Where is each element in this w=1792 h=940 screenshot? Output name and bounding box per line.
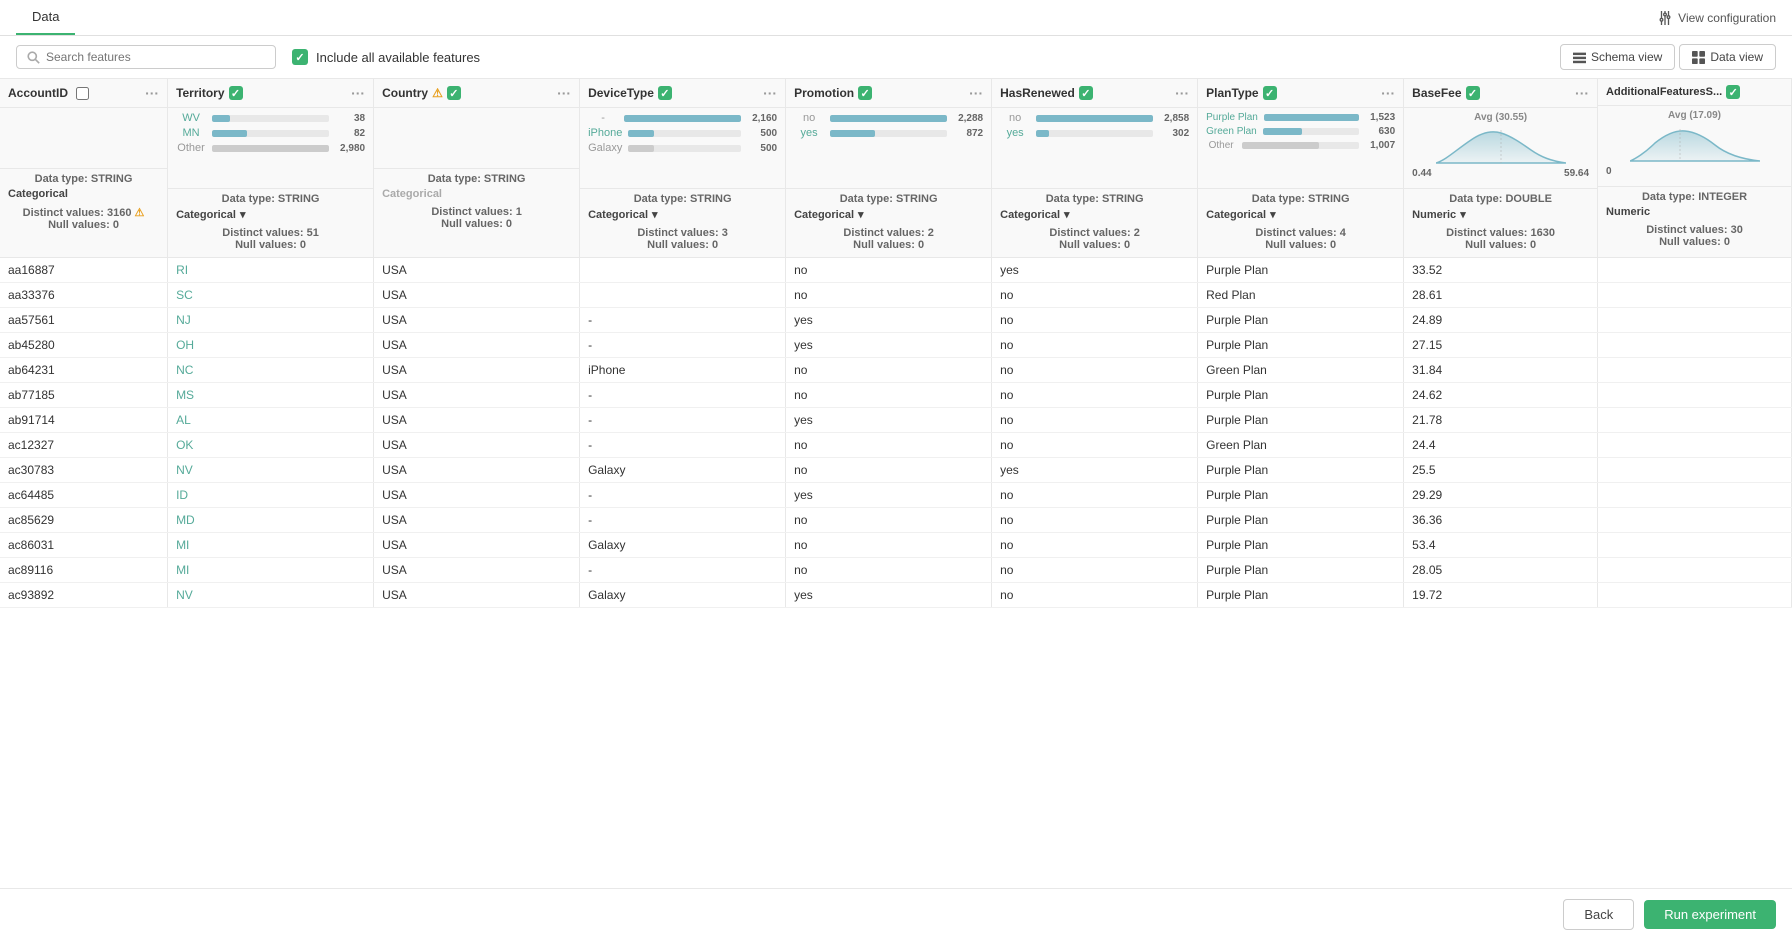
table-row: ac85629MDUSA-nonoPurple Plan36.36 xyxy=(0,508,1792,533)
table-row: ac64485IDUSA-yesnoPurple Plan29.29 xyxy=(0,483,1792,508)
col-accountid-menu[interactable]: ··· xyxy=(145,85,159,101)
data-view-button[interactable]: Data view xyxy=(1679,44,1776,70)
table-row: ac86031MIUSAGalaxynonoPurple Plan53.4 xyxy=(0,533,1792,558)
col-Country: Country ⚠ ··· Data type: STRING Categori… xyxy=(374,79,580,258)
col-territory-checkbox[interactable] xyxy=(229,86,243,100)
addl-sparkline xyxy=(1630,123,1760,163)
table-body: aa16887RIUSAnoyesPurple Plan33.52aa33376… xyxy=(0,258,1792,608)
col-basefee-menu[interactable]: ··· xyxy=(1575,85,1589,101)
col-country-warning: ⚠ xyxy=(432,86,443,100)
col-promotion-checkbox[interactable] xyxy=(858,86,872,100)
col-hasrenewed-menu[interactable]: ··· xyxy=(1175,85,1189,101)
table-row: ac89116MIUSA-nonoPurple Plan28.05 xyxy=(0,558,1792,583)
basefee-sparkline xyxy=(1436,125,1566,165)
table-row: ab45280OHUSA-yesnoPurple Plan27.15 xyxy=(0,333,1792,358)
schema-view-button[interactable]: Schema view xyxy=(1560,44,1675,70)
table-row: aa57561NJUSA-yesnoPurple Plan24.89 xyxy=(0,308,1792,333)
col-accountid-checkbox[interactable] xyxy=(76,87,89,100)
back-button[interactable]: Back xyxy=(1563,899,1634,930)
col-DeviceType: DeviceType ··· - 2,160 iPhone xyxy=(580,79,786,258)
run-experiment-button[interactable]: Run experiment xyxy=(1644,900,1776,929)
col-Promotion: Promotion ··· no 2,288 yes 8 xyxy=(786,79,992,258)
top-nav: Data View configuration xyxy=(0,0,1792,36)
col-basefee-checkbox[interactable] xyxy=(1466,86,1480,100)
table-row: ac93892NVUSAGalaxyyesnoPurple Plan19.72 xyxy=(0,583,1792,608)
search-box xyxy=(16,45,276,69)
column-header-row: AccountID ··· Data type: STRING Categori… xyxy=(0,79,1792,258)
col-promotion-menu[interactable]: ··· xyxy=(969,85,983,101)
col-country-menu[interactable]: ··· xyxy=(557,85,571,101)
col-Territory: Territory ··· WV 38 MN 82 xyxy=(168,79,374,258)
view-buttons: Schema view Data view xyxy=(1560,44,1776,70)
col-PlanType: PlanType ··· Purple Plan 1,523 Green Pla… xyxy=(1198,79,1404,258)
include-features-toggle[interactable]: Include all available features xyxy=(292,49,480,65)
bottom-bar: Back Run experiment xyxy=(0,888,1792,940)
col-country-checkbox[interactable] xyxy=(447,86,461,100)
config-icon xyxy=(1658,11,1672,25)
table-row: ab77185MSUSA-nonoPurple Plan24.62 xyxy=(0,383,1792,408)
search-input[interactable] xyxy=(46,50,246,64)
col-BaseFee: BaseFee ··· Avg (30.55) xyxy=(1404,79,1598,258)
col-AdditionalFeaturesS: AdditionalFeaturesS... Avg (17.09) xyxy=(1598,79,1792,258)
table-icon xyxy=(1692,51,1705,64)
col-plantype-menu[interactable]: ··· xyxy=(1381,85,1395,101)
table-row: ab64231NCUSAiPhonenonoGreen Plan31.84 xyxy=(0,358,1792,383)
table-row: ab91714ALUSA-yesnoPurple Plan21.78 xyxy=(0,408,1792,433)
nav-tabs: Data xyxy=(16,0,75,35)
search-icon xyxy=(27,51,40,64)
col-hasrenewed-checkbox[interactable] xyxy=(1079,86,1093,100)
col-AccountID: AccountID ··· Data type: STRING Categori… xyxy=(0,79,168,258)
data-table-wrapper: AccountID ··· Data type: STRING Categori… xyxy=(0,79,1792,879)
view-configuration-button[interactable]: View configuration xyxy=(1658,11,1776,25)
schema-icon xyxy=(1573,51,1586,64)
col-addl-checkbox[interactable] xyxy=(1726,85,1740,99)
table-row: aa16887RIUSAnoyesPurple Plan33.52 xyxy=(0,258,1792,283)
col-plantype-checkbox[interactable] xyxy=(1263,86,1277,100)
col-devicetype-menu[interactable]: ··· xyxy=(763,85,777,101)
table-row: ac12327OKUSA-nonoGreen Plan24.4 xyxy=(0,433,1792,458)
col-devicetype-checkbox[interactable] xyxy=(658,86,672,100)
col-territory-menu[interactable]: ··· xyxy=(351,85,365,101)
data-table: AccountID ··· Data type: STRING Categori… xyxy=(0,79,1792,608)
include-features-checkbox[interactable] xyxy=(292,49,308,65)
col-HasRenewed: HasRenewed ··· no 2,858 yes xyxy=(992,79,1198,258)
table-row: ac30783NVUSAGalaxynoyesPurple Plan25.5 xyxy=(0,458,1792,483)
toolbar: Include all available features Schema vi… xyxy=(0,36,1792,79)
table-row: aa33376SCUSAnonoRed Plan28.61 xyxy=(0,283,1792,308)
tab-data[interactable]: Data xyxy=(16,0,75,35)
